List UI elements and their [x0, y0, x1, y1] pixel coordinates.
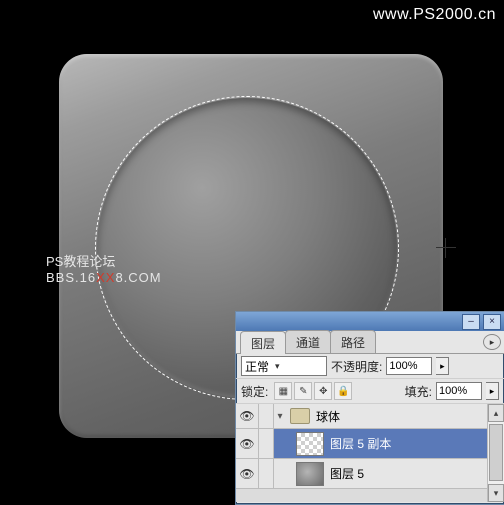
layers-panel: – × 图层 通道 路径 ▸ 正常 ▾ 不透明度: 100% ▸ 锁定: ▦ ✎… [235, 311, 504, 505]
link-column[interactable] [259, 404, 274, 428]
layer-group-row[interactable]: 👁 ▾ 球体 [236, 404, 488, 429]
layer-name[interactable]: 图层 5 [328, 465, 364, 482]
group-name[interactable]: 球体 [314, 408, 340, 425]
opacity-field[interactable]: 100% [386, 357, 432, 375]
watermark-url: www.PS2000.cn [373, 6, 496, 24]
layer-row[interactable]: 👁 图层 5 [236, 459, 488, 489]
layer-name[interactable]: 图层 5 副本 [328, 435, 391, 452]
scroll-down-button[interactable]: ▾ [488, 484, 504, 502]
lock-label: 锁定: [241, 383, 268, 400]
fill-field[interactable]: 100% [436, 382, 482, 400]
visibility-toggle[interactable]: 👁 [236, 404, 259, 428]
visibility-toggle[interactable]: 👁 [236, 429, 259, 458]
blend-mode-value: 正常 [245, 358, 269, 375]
lock-pixels-icon[interactable]: ✎ [294, 382, 312, 400]
layer-row-selected[interactable]: 👁 图层 5 副本 [236, 429, 488, 459]
tab-layers[interactable]: 图层 [240, 331, 286, 354]
watermark-forum-line1: PS教程论坛 [46, 254, 162, 270]
lock-position-icon[interactable]: ✥ [314, 382, 332, 400]
blend-mode-select[interactable]: 正常 ▾ [241, 356, 327, 376]
link-column[interactable] [259, 429, 274, 458]
tab-paths[interactable]: 路径 [330, 330, 376, 353]
minimize-button[interactable]: – [462, 314, 480, 330]
scroll-up-button[interactable]: ▴ [488, 404, 504, 422]
fill-stepper[interactable]: ▸ [486, 382, 499, 400]
panel-menu-button[interactable]: ▸ [483, 334, 501, 350]
layer-thumbnail[interactable] [296, 462, 324, 486]
lock-all-icon[interactable]: 🔒 [334, 382, 352, 400]
chevron-down-icon: ▾ [275, 361, 280, 372]
panel-titlebar[interactable]: – × [236, 312, 504, 331]
layers-list: 👁 ▾ 球体 👁 图层 5 副本 👁 图层 5 [236, 404, 504, 502]
panel-tabs: 图层 通道 路径 ▸ [236, 331, 504, 354]
scroll-thumb[interactable] [489, 424, 503, 481]
opacity-label: 不透明度: [331, 358, 382, 375]
lock-icons: ▦ ✎ ✥ 🔒 [274, 382, 352, 400]
tab-channels[interactable]: 通道 [285, 330, 331, 353]
visibility-toggle[interactable]: 👁 [236, 459, 259, 488]
scroll-track[interactable] [488, 422, 504, 484]
watermark-forum-a: BBS.16 [46, 270, 96, 285]
layer-thumbnail[interactable] [296, 432, 324, 456]
row-blend-opacity: 正常 ▾ 不透明度: 100% ▸ [236, 354, 504, 379]
watermark-forum: PS教程论坛 BBS.16XX8.COM [46, 254, 162, 286]
disclosure-triangle[interactable]: ▾ [274, 411, 286, 422]
link-column[interactable] [259, 459, 274, 488]
watermark-forum-xx: XX [96, 270, 115, 285]
opacity-stepper[interactable]: ▸ [436, 357, 449, 375]
lock-transparent-icon[interactable]: ▦ [274, 382, 292, 400]
row-lock-fill: 锁定: ▦ ✎ ✥ 🔒 填充: 100% ▸ [236, 379, 504, 404]
close-button[interactable]: × [483, 314, 501, 330]
scrollbar[interactable]: ▴ ▾ [487, 404, 504, 502]
watermark-forum-c: 8.COM [115, 270, 161, 285]
fill-label: 填充: [405, 383, 432, 400]
folder-icon [290, 408, 310, 424]
